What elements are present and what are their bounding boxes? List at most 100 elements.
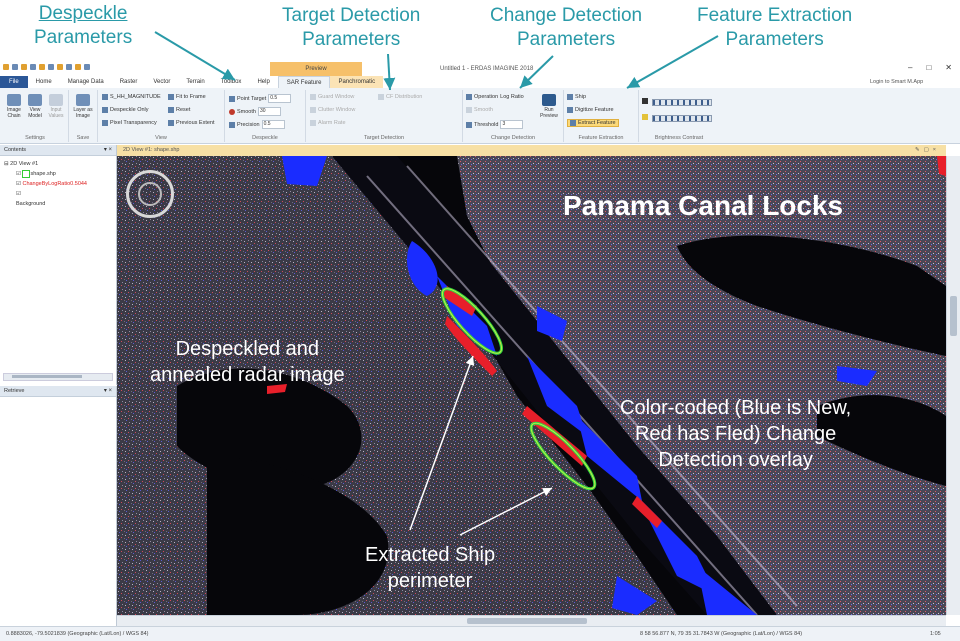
- tree-label: Background: [16, 201, 46, 207]
- tab-help[interactable]: Help: [249, 76, 277, 88]
- point-target-icon: [229, 95, 235, 102]
- group-change-detection: Operation Log Ratio Smooth Threshold 3 Run…: [463, 90, 564, 142]
- tree-item-background[interactable]: Background: [4, 199, 116, 209]
- minimize-icon[interactable]: –: [908, 63, 912, 72]
- layer-as-image-button[interactable]: Layer as Image: [72, 94, 94, 119]
- reset-button[interactable]: Reset: [168, 107, 190, 113]
- ship-icon: [567, 94, 573, 100]
- quick-access-toolbar[interactable]: [3, 64, 90, 70]
- window-controls: – □ ✕: [908, 63, 952, 72]
- threshold-field[interactable]: Threshold 3: [466, 120, 524, 129]
- group-label: Settings: [25, 135, 45, 141]
- view-model-button[interactable]: View Model: [25, 94, 45, 119]
- contents-scrollbar[interactable]: [3, 373, 113, 381]
- label-line: Despeckled and: [175, 338, 320, 360]
- map-title: Panama Canal Locks: [563, 190, 844, 221]
- image-chain-button[interactable]: Image Chain: [4, 94, 24, 119]
- tree-item-selected[interactable]: ☑: [4, 189, 116, 199]
- label-line: Color-coded (Blue is New,: [620, 397, 852, 419]
- layer-select[interactable]: S_HH_MAGNITUDE: [102, 94, 161, 100]
- callout-change-detection-parameters: Change Detection Parameters: [490, 4, 642, 52]
- view-model-icon: [28, 94, 42, 106]
- tab-panchromatic[interactable]: Panchromatic: [330, 76, 384, 88]
- context-tab-preview[interactable]: Preview: [270, 62, 362, 76]
- threshold-value[interactable]: 3: [500, 120, 524, 129]
- input-values-icon: [49, 94, 63, 106]
- contrast-slider[interactable]: [652, 115, 712, 122]
- smooth-icon: [229, 108, 235, 115]
- brightness-slider[interactable]: [652, 99, 712, 106]
- ship-select[interactable]: Ship: [567, 94, 586, 100]
- precision-value[interactable]: 0.5: [261, 120, 285, 129]
- operation-icon: [466, 94, 472, 100]
- callout-line: Parameters: [725, 29, 824, 50]
- panel-title: Contents: [4, 147, 27, 153]
- reset-label: Reset: [176, 107, 191, 113]
- run-preview-button[interactable]: Run Preview: [537, 94, 561, 119]
- group-label: View: [155, 135, 167, 141]
- scroll-thumb[interactable]: [950, 296, 957, 336]
- clutter-window-field[interactable]: Clutter Window: [310, 107, 355, 113]
- point-target-value[interactable]: 0.5: [268, 94, 292, 103]
- view-controls-icon[interactable]: ✎▢×: [915, 145, 940, 156]
- horizontal-scrollbar[interactable]: [117, 615, 946, 626]
- smooth-value[interactable]: 30: [257, 107, 281, 116]
- cf-distribution-field[interactable]: CF Distribution: [378, 94, 422, 100]
- tree-item-change[interactable]: ☑ ChangeByLogRatio0.5044: [4, 179, 116, 189]
- precision-field[interactable]: Precision 0.5: [229, 120, 285, 129]
- contrast-icon: [642, 114, 648, 120]
- close-icon[interactable]: ✕: [945, 63, 952, 72]
- tab-raster[interactable]: Raster: [112, 76, 146, 88]
- tab-toolbox[interactable]: Toolbox: [213, 76, 250, 88]
- tab-sar-feature[interactable]: SAR Feature: [277, 76, 331, 88]
- smooth-field[interactable]: Smooth 30: [229, 107, 281, 116]
- pin-icon[interactable]: ▾ ×: [104, 386, 112, 396]
- view-title: 2D View #1: shape.shp: [123, 147, 180, 153]
- tree-label: shape.shp: [30, 171, 56, 177]
- maximize-icon[interactable]: □: [926, 63, 931, 72]
- field-label: Clutter Window: [318, 107, 356, 113]
- guard-window-field[interactable]: Guard Window: [310, 94, 354, 100]
- compass-icon[interactable]: [126, 170, 174, 218]
- pixel-transparency-checkbox[interactable]: Pixel Transparency: [102, 120, 157, 126]
- previous-extent-button[interactable]: Previous Extent: [168, 120, 215, 126]
- input-values-button[interactable]: Input Values: [46, 94, 66, 119]
- pin-icon[interactable]: ▾ ×: [104, 145, 112, 155]
- tab-terrain[interactable]: Terrain: [178, 76, 212, 88]
- sign-in-link[interactable]: Login to Smart M.App: [870, 79, 923, 85]
- window-title: Untitled 1 - ERDAS IMAGINE 2018: [440, 66, 534, 72]
- tree-label: 2D View #1: [10, 161, 39, 167]
- change-smooth-icon: [466, 107, 472, 113]
- tab-vector[interactable]: Vector: [145, 76, 178, 88]
- field-label: Smooth: [237, 108, 256, 115]
- label-line: Red has Fled) Change: [634, 423, 837, 445]
- threshold-icon: [466, 121, 472, 128]
- checkbox-icon: [102, 120, 108, 126]
- group-label: Change Detection: [490, 135, 536, 141]
- point-target-field[interactable]: Point Target 0.5: [229, 94, 292, 103]
- status-coordinates-left: 0.8883026, -79.5021839 (Geographic (Lat/…: [6, 631, 149, 637]
- vertical-scrollbar[interactable]: [946, 156, 960, 615]
- view-tab-header[interactable]: 2D View #1: shape.shp ✎▢×: [117, 145, 946, 156]
- extract-feature-button[interactable]: Extract Feature: [567, 119, 619, 127]
- status-bar: 0.8883026, -79.5021839 (Geographic (Lat/…: [0, 626, 960, 641]
- field-label: CF Distribution: [386, 94, 423, 100]
- group-label: Save: [76, 135, 90, 141]
- tab-manage-data[interactable]: Manage Data: [60, 76, 112, 88]
- tab-home[interactable]: Home: [28, 76, 60, 88]
- despeckle-icon: [102, 107, 108, 113]
- scroll-thumb[interactable]: [467, 618, 587, 624]
- operation-select[interactable]: Operation Log Ratio: [466, 94, 524, 100]
- contents-header: Contents ▾ ×: [0, 145, 116, 156]
- brightness-icon: [642, 98, 648, 104]
- fit-to-frame-button[interactable]: Fit to Frame: [168, 94, 206, 100]
- change-smooth-field[interactable]: Smooth: [466, 107, 493, 113]
- digitize-feature-button[interactable]: Digitize Feature: [567, 107, 614, 113]
- group-label: Brightness Contrast: [654, 135, 704, 141]
- tree-item-view[interactable]: ⊟ 2D View #1: [4, 159, 116, 169]
- previous-extent-label: Previous Extent: [176, 120, 215, 126]
- tab-file[interactable]: File: [0, 76, 28, 88]
- despeckle-only-select[interactable]: Despeckle Only: [102, 107, 149, 113]
- tree-item-shape[interactable]: ☑ shape.shp: [4, 169, 116, 179]
- alarm-rate-field[interactable]: Alarm Rate: [310, 120, 346, 126]
